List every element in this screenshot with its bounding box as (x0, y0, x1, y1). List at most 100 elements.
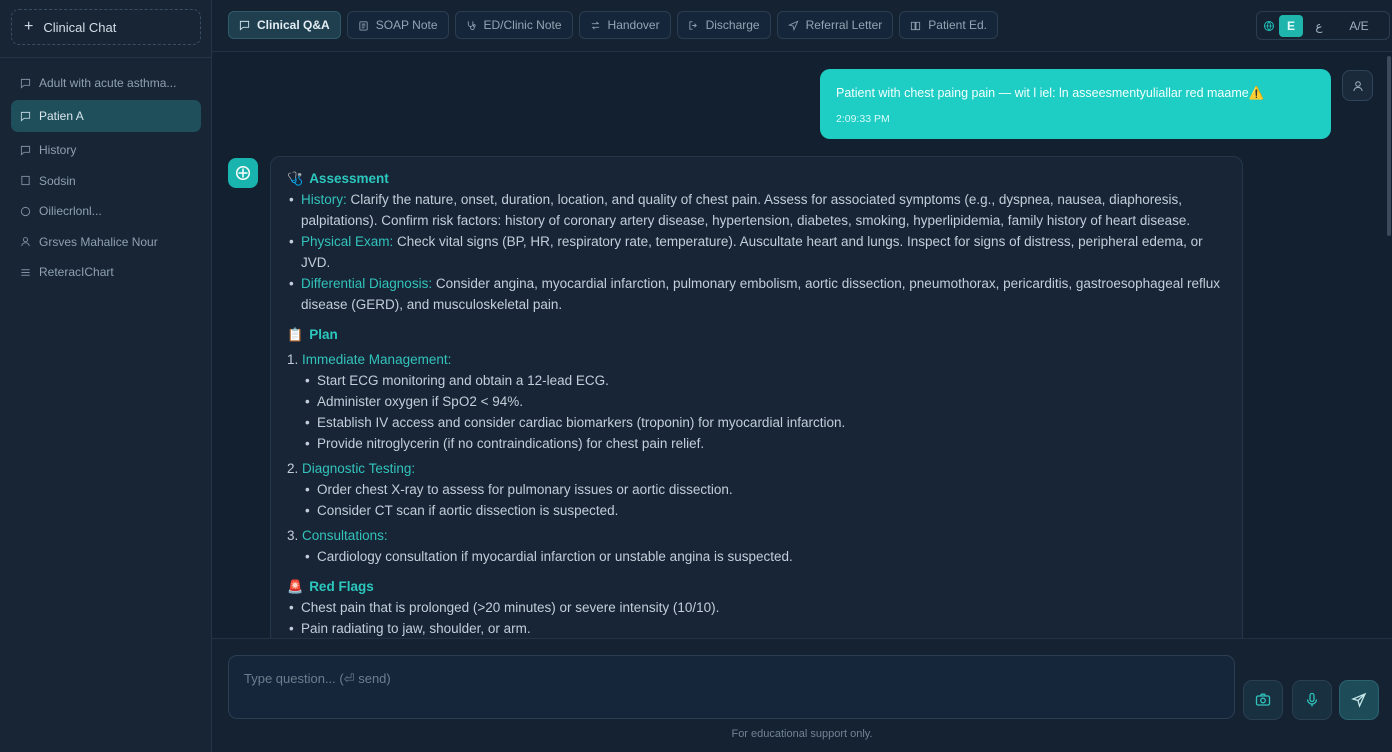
stethoscope-emoji-icon: 🩺 (287, 171, 304, 186)
step-number: 1. (287, 352, 299, 367)
disclaimer-text: For educational support only. (731, 728, 873, 740)
new-chat-label: Clinical Chat (43, 19, 117, 35)
conversation-item[interactable]: History (11, 135, 201, 165)
conversation-item[interactable]: Sodsin (11, 166, 201, 196)
conversation-label: Patien A (39, 109, 84, 123)
conversation-label: Grsves Mahalice Nour (39, 234, 158, 249)
conversation-item[interactable]: Grsves Mahalice Nour (11, 227, 201, 257)
conversation-label: Oiliecrlonl... (39, 204, 102, 218)
list-item: Differential Diagnosis: Consider angina,… (287, 273, 1226, 315)
step-title: Consultations: (302, 528, 388, 543)
list-item: Start ECG monitoring and obtain a 12-lea… (287, 370, 1226, 391)
camera-button[interactable] (1243, 680, 1283, 720)
stethoscope-icon (467, 20, 476, 30)
microphone-button[interactable] (1292, 680, 1332, 720)
plan-step-list: Order chest X-ray to assess for pulmonar… (287, 479, 1226, 521)
step-title: Immediate Management: (302, 352, 452, 367)
chat-bubble-icon (20, 78, 31, 89)
tab-referral-letter[interactable]: Referral Letter (776, 11, 894, 39)
question-input[interactable]: Type question... (⏎ send) (228, 655, 1235, 719)
conversation-list: Adult with acute asthma... Patien A Hist… (11, 68, 201, 288)
user-icon (1352, 80, 1363, 91)
red-flags-heading: 🚨 Red Flags (287, 576, 1226, 597)
send-icon (787, 19, 799, 31)
plan-step-list: Start ECG monitoring and obtain a 12-lea… (287, 370, 1226, 454)
swap-icon (591, 21, 599, 29)
conversation-item-active[interactable]: Patien A (11, 100, 201, 132)
new-chat-button[interactable]: + Clinical Chat (11, 9, 201, 45)
tab-label: SOAP Note (375, 18, 438, 32)
assistant-answer-card: 🩺 Assessment History: Clarify the nature… (270, 156, 1243, 638)
camera-icon (1255, 693, 1271, 706)
mode-tabs: Clinical Q&A SOAP Note ED/Clinic Note Ha… (228, 11, 999, 39)
send-button[interactable] (1339, 680, 1379, 720)
chat-scrollbar[interactable] (1386, 53, 1392, 638)
globe-icon (1264, 20, 1274, 31)
list-item: Administer oxygen if SpO2 < 94%. (287, 391, 1226, 412)
exit-icon (688, 20, 697, 30)
user-avatar (1342, 70, 1373, 101)
send-icon (1351, 692, 1367, 708)
list-item: Physical Exam: Check vital signs (BP, HR… (287, 231, 1226, 273)
user-message-text: Patient with chest paing pain — wit l ie… (836, 86, 1265, 100)
item-text: Clarify the nature, onset, duration, loc… (301, 192, 1191, 228)
clipboard-icon (359, 20, 368, 31)
item-label: Differential Diagnosis: (301, 276, 433, 291)
tab-discharge[interactable]: Discharge (676, 11, 771, 39)
conversation-item[interactable]: ReteracIChart (11, 257, 201, 287)
item-text: Check vital signs (BP, HR, respiratory r… (301, 234, 1203, 270)
tab-handover[interactable]: Handover (578, 11, 671, 39)
item-text: Consider angina, myocardial infarction, … (301, 276, 1220, 312)
user-icon (21, 237, 30, 247)
list-item: Pain radiating to jaw, shoulder, or arm. (287, 618, 1226, 638)
step-number: 3. (287, 528, 299, 543)
step-number: 2. (287, 461, 299, 476)
plan-step-heading: 3. Consultations: (287, 525, 1226, 546)
list-item: History: Clarify the nature, onset, dura… (287, 189, 1226, 231)
conversation-label: ReteracIChart (39, 265, 114, 279)
step-title: Diagnostic Testing: (302, 461, 416, 476)
tab-clinical-qa[interactable]: Clinical Q&A (228, 11, 341, 39)
plan-title: Plan (309, 327, 338, 342)
tab-label: Handover (607, 18, 660, 32)
conversation-label: Sodsin (39, 173, 76, 188)
red-flags-list: Chest pain that is prolonged (>20 minute… (287, 597, 1226, 638)
assessment-title: Assessment (309, 171, 389, 186)
book-icon (911, 21, 921, 30)
language-option-bilingual[interactable]: A/E (1347, 15, 1371, 37)
plan-step-list: Cardiology consultation if myocardial in… (287, 546, 1226, 567)
item-label: History: (301, 192, 347, 207)
sidebar: + Clinical Chat Adult with acute asthma.… (0, 0, 212, 752)
language-option-english[interactable]: E (1279, 14, 1303, 37)
plan-step-heading: 2. Diagnostic Testing: (287, 458, 1226, 479)
scrollbar-thumb[interactable] (1387, 56, 1391, 236)
siren-emoji-icon: 🚨 (287, 579, 304, 594)
assistant-logo-icon (235, 165, 251, 181)
clipboard-emoji-icon: 📋 (287, 327, 304, 342)
chat-thread: Patient with chest paing pain — wit l ie… (212, 53, 1392, 638)
tab-patient-ed[interactable]: Patient Ed. (899, 11, 999, 39)
list-item: Establish IV access and consider cardiac… (287, 412, 1226, 433)
tab-soap-note[interactable]: SOAP Note (346, 11, 449, 39)
tab-label: Discharge (705, 18, 760, 32)
assessment-heading: 🩺 Assessment (287, 168, 1226, 189)
user-message-bubble: Patient with chest paing pain — wit l ie… (820, 69, 1331, 139)
conversation-item[interactable]: Adult with acute asthma... (11, 68, 201, 98)
language-option-arabic[interactable]: ع (1307, 15, 1331, 37)
tab-ed-clinic-note[interactable]: ED/Clinic Note (454, 11, 573, 39)
plus-icon: + (24, 18, 34, 35)
plan-step-heading: 1. Immediate Management: (287, 349, 1226, 370)
sidebar-divider (0, 57, 212, 58)
top-toolbar: Clinical Q&A SOAP Note ED/Clinic Note Ha… (212, 0, 1392, 52)
user-message-time: 2:09:33 PM (836, 113, 890, 125)
list-item: Chest pain that is prolonged (>20 minute… (287, 597, 1226, 618)
assistant-avatar (228, 158, 258, 188)
chat-icon (239, 20, 250, 31)
conversation-label: Adult with acute asthma... (39, 76, 177, 90)
language-switcher: E ع A/E (1256, 11, 1390, 40)
list-item: Provide nitroglycerin (if no contraindic… (287, 433, 1226, 454)
conversation-item[interactable]: Oiliecrlonl... (11, 196, 201, 226)
document-icon (21, 175, 30, 186)
tab-label: Clinical Q&A (257, 18, 330, 32)
list-item: Cardiology consultation if myocardial in… (287, 546, 1226, 567)
